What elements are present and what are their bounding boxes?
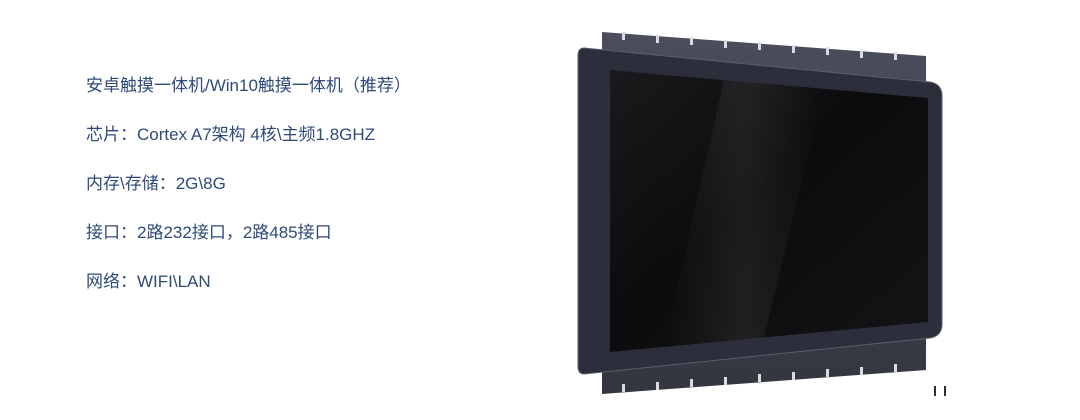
spec-line-product-type: 安卓触摸一体机/Win10触摸一体机（推荐）: [86, 76, 411, 95]
touch-display-illustration: [577, 32, 946, 396]
spec-line-chip: 芯片：Cortex A7架构 4核\主频1.8GHZ: [86, 125, 376, 144]
spec-line-memory-storage: 内存\存储：2G\8G: [86, 174, 226, 193]
product-photo: [574, 28, 950, 398]
foot-marks: [934, 386, 946, 396]
spec-line-interfaces: 接口：2路232接口，2路485接口: [86, 223, 332, 242]
spec-list: 安卓触摸一体机/Win10触摸一体机（推荐） 芯片：Cortex A7架构 4核…: [86, 74, 411, 319]
spec-line-network: 网络：WIFI\LAN: [86, 272, 211, 291]
product-spec-banner: 安卓触摸一体机/Win10触摸一体机（推荐） 芯片：Cortex A7架构 4核…: [0, 0, 1080, 420]
